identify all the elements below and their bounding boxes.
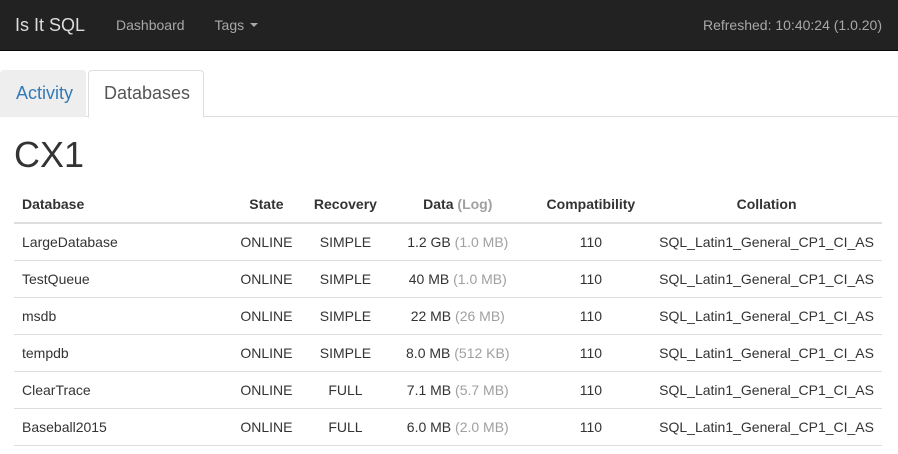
nav-tags-label: Tags: [214, 17, 245, 33]
cell-data: 7.1 MB: [406, 381, 452, 398]
cell-data: 8.0 MB: [406, 344, 451, 361]
cell-recovery: SIMPLE: [305, 260, 385, 298]
cell-recovery: SIMPLE: [305, 334, 385, 372]
databases-table: Database State Recovery Data (Log) Compa…: [14, 186, 882, 446]
cell-log: (1.0 MB): [453, 270, 507, 287]
table-row: ClearTrace ONLINE FULL 7.1 MB (5.7 MB) 1…: [14, 371, 882, 409]
table-row: Baseball2015 ONLINE FULL 6.0 MB (2.0 MB)…: [14, 408, 882, 446]
header-log: (Log): [457, 196, 493, 212]
cell-log: (2.0 MB): [455, 418, 509, 435]
cell-compatibility: 110: [530, 334, 652, 372]
header-recovery[interactable]: Recovery: [305, 186, 385, 224]
nav-tags-dropdown[interactable]: Tags: [200, 0, 274, 50]
table-header-row: Database State Recovery Data (Log) Compa…: [14, 186, 882, 224]
cell-log: (5.7 MB): [455, 381, 509, 398]
cell-database: ClearTrace: [14, 371, 227, 409]
cell-compatibility: 110: [530, 223, 652, 261]
cell-log: (1.0 MB): [454, 233, 509, 250]
header-collation[interactable]: Collation: [651, 186, 882, 224]
top-navbar: Is It SQL Dashboard Tags Refreshed: 10:4…: [0, 0, 898, 51]
cell-data: 22 MB: [410, 307, 452, 324]
cell-data-log: 40 MB (1.0 MB): [384, 260, 531, 298]
cell-compatibility: 110: [530, 408, 652, 446]
table-body: LargeDatabase ONLINE SIMPLE 1.2 GB (1.0 …: [14, 223, 882, 446]
table-row: LargeDatabase ONLINE SIMPLE 1.2 GB (1.0 …: [14, 223, 882, 261]
header-data-log[interactable]: Data (Log): [384, 186, 531, 224]
cell-collation: SQL_Latin1_General_CP1_CI_AS: [651, 223, 882, 261]
header-database[interactable]: Database: [14, 186, 227, 224]
cell-recovery: SIMPLE: [305, 223, 385, 261]
cell-collation: SQL_Latin1_General_CP1_CI_AS: [651, 334, 882, 372]
cell-data-log: 22 MB (26 MB): [384, 297, 531, 335]
cell-compatibility: 110: [530, 371, 652, 409]
cell-recovery: FULL: [305, 371, 385, 409]
cell-data: 1.2 GB: [407, 233, 451, 250]
cell-data-log: 1.2 GB (1.0 MB): [384, 223, 531, 261]
table-row: tempdb ONLINE SIMPLE 8.0 MB (512 KB) 110…: [14, 334, 882, 372]
cell-state: ONLINE: [226, 297, 306, 335]
cell-compatibility: 110: [530, 260, 652, 298]
tab-bar: Activity Databases: [0, 70, 898, 118]
server-title: CX1: [14, 134, 85, 175]
cell-collation: SQL_Latin1_General_CP1_CI_AS: [651, 297, 882, 335]
tab-databases[interactable]: Databases: [88, 70, 204, 118]
cell-data-log: 6.0 MB (2.0 MB): [384, 408, 531, 446]
cell-collation: SQL_Latin1_General_CP1_CI_AS: [651, 408, 882, 446]
header-data: Data: [423, 196, 454, 212]
cell-state: ONLINE: [226, 371, 306, 409]
table-row: TestQueue ONLINE SIMPLE 40 MB (1.0 MB) 1…: [14, 260, 882, 298]
cell-data-log: 8.0 MB (512 KB): [384, 334, 531, 372]
cell-database: LargeDatabase: [14, 223, 227, 261]
nav-dashboard-link[interactable]: Dashboard: [101, 0, 200, 50]
cell-database: TestQueue: [14, 260, 227, 298]
cell-state: ONLINE: [226, 408, 306, 446]
cell-collation: SQL_Latin1_General_CP1_CI_AS: [651, 371, 882, 409]
cell-data: 40 MB: [408, 270, 450, 287]
cell-database: msdb: [14, 297, 227, 335]
header-state[interactable]: State: [226, 186, 306, 224]
table-row: msdb ONLINE SIMPLE 22 MB (26 MB) 110 SQL…: [14, 297, 882, 335]
cell-state: ONLINE: [226, 260, 306, 298]
cell-database: Baseball2015: [14, 408, 227, 446]
tab-activity[interactable]: Activity: [0, 70, 86, 117]
cell-log: (512 KB): [454, 344, 510, 361]
cell-data: 6.0 MB: [406, 418, 452, 435]
brand-link[interactable]: Is It SQL: [0, 0, 101, 50]
cell-data-log: 7.1 MB (5.7 MB): [384, 371, 531, 409]
refreshed-status: Refreshed: 10:40:24 (1.0.20): [702, 17, 882, 33]
cell-state: ONLINE: [226, 223, 306, 261]
cell-database: tempdb: [14, 334, 227, 372]
header-compatibility[interactable]: Compatibility: [530, 186, 652, 224]
cell-recovery: SIMPLE: [305, 297, 385, 335]
cell-recovery: FULL: [305, 408, 385, 446]
cell-state: ONLINE: [226, 334, 306, 372]
cell-collation: SQL_Latin1_General_CP1_CI_AS: [651, 260, 882, 298]
cell-compatibility: 110: [530, 297, 652, 335]
cell-log: (26 MB): [455, 307, 505, 324]
chevron-down-icon: [250, 23, 259, 27]
